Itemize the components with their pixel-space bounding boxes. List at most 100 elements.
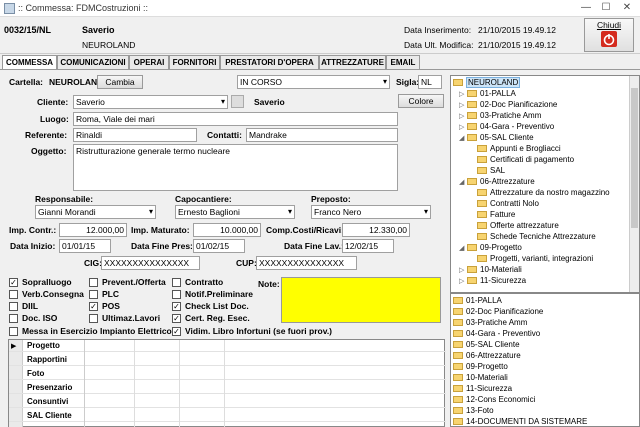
list-item[interactable]: 10-Materiali <box>453 372 508 383</box>
contatti-input[interactable]: Mandrake <box>246 128 398 142</box>
folder-icon <box>453 341 463 348</box>
expander-icon: ◢ <box>459 179 465 186</box>
list-item[interactable]: 12-Cons Economici <box>453 394 535 405</box>
tree-item[interactable]: SAL <box>477 165 505 176</box>
folder-icon <box>453 319 463 326</box>
folder-icon <box>467 101 477 108</box>
list-item[interactable]: 04-Gara - Preventivo <box>453 328 540 339</box>
list-item[interactable]: 03-Pratiche Amm <box>453 317 527 328</box>
tree-item[interactable]: ▷ 04-Gara - Preventivo <box>459 121 554 132</box>
tree-item[interactable]: ▷ 01-PALLA <box>459 88 516 99</box>
column-divider <box>134 340 135 427</box>
colore-button[interactable]: Colore <box>398 94 444 108</box>
imp-mat-label: Imp. Maturato: <box>131 225 190 235</box>
folder-icon <box>453 385 463 392</box>
tree-item[interactable]: ▷ 03-Pratiche Amm <box>459 110 541 121</box>
table-row[interactable]: Progetto <box>9 340 446 352</box>
tree-item[interactable]: Fatture <box>477 209 515 220</box>
window-title: :: Commessa: FDMCostruzioni :: <box>18 3 149 13</box>
list-item[interactable]: 13-Foto <box>453 405 494 416</box>
list-item[interactable]: 11-Sicurezza <box>453 383 512 394</box>
cup-input[interactable]: XXXXXXXXXXXXXXX <box>256 256 357 270</box>
close-window-button[interactable]: ✕ <box>617 1 637 15</box>
cambia-button[interactable]: Cambia <box>97 75 143 89</box>
list-item[interactable]: 09-Progetto <box>453 361 508 372</box>
preposto-select[interactable]: Franco Nero <box>311 205 431 219</box>
tree-item[interactable]: ▷ 02-Doc Pianificazione <box>459 99 557 110</box>
tree-item[interactable]: Schede Tecniche Attrezzature <box>477 231 596 242</box>
folder-icon <box>477 189 487 196</box>
oggetto-textarea[interactable]: Ristrutturazione generale termo nucleare <box>73 144 398 191</box>
tab-email[interactable]: EMAIL <box>386 55 420 69</box>
table-row[interactable]: Foto <box>9 368 446 380</box>
tree-item[interactable]: Appunti e Brogliacci <box>477 143 561 154</box>
tree-item[interactable]: Progetti, varianti, integrazioni <box>477 253 593 264</box>
minimize-button[interactable]: — <box>576 1 596 15</box>
cig-label: CIG: <box>84 258 102 268</box>
table-row[interactable]: Consuntivi <box>9 396 446 408</box>
tab-operai[interactable]: OPERAI <box>129 55 169 69</box>
responsabile-select[interactable]: Gianni Morandi <box>35 205 156 219</box>
folder-icon <box>467 244 477 251</box>
table-row[interactable]: Presenzario <box>9 382 446 394</box>
tree-scrollbar[interactable] <box>629 76 639 292</box>
checklist-panel: ✓ Sopralluogo Prevent./Offerta Contratto … <box>9 277 333 336</box>
data-inizio-input[interactable]: 01/01/15 <box>59 239 111 253</box>
tab-fornitori[interactable]: FORNITORI <box>169 55 220 69</box>
folder-icon <box>467 112 477 119</box>
cig-input[interactable]: XXXXXXXXXXXXXXX <box>101 256 200 270</box>
checkbox-box <box>89 314 98 323</box>
tree-item[interactable]: ◢ 05-SAL Cliente <box>459 132 534 143</box>
tab-commessa[interactable]: COMMESSA <box>2 55 57 70</box>
cliente-select[interactable]: Saverio <box>73 95 228 109</box>
referente-input[interactable]: Rinaldi <box>73 128 197 142</box>
note-textarea[interactable] <box>281 277 441 323</box>
tree-item[interactable]: Certificati di pagamento <box>477 154 574 165</box>
tree-item[interactable]: NEUROLAND <box>453 77 521 88</box>
checkbox-box <box>9 327 18 336</box>
checkbox-box <box>9 302 18 311</box>
folder-icon <box>453 308 463 315</box>
cup-label: CUP: <box>236 258 257 268</box>
capocantiere-select[interactable]: Ernesto Baglioni <box>175 205 295 219</box>
list-item[interactable]: 05-SAL Cliente <box>453 339 520 350</box>
table-row[interactable]: SAL Cliente <box>9 410 446 422</box>
table-row[interactable]: Rapportini <box>9 354 446 366</box>
folder-list[interactable]: 01-PALLA 02-Doc Pianificazione 03-Pratic… <box>450 293 640 427</box>
list-item[interactable]: 06-Attrezzature <box>453 350 521 361</box>
tree-item[interactable]: ▷ 10-Materiali <box>459 264 522 275</box>
tab-attrezzature[interactable]: ATTREZZATURE <box>319 55 386 69</box>
date-mod-label: Data Ult. Modifica: <box>404 40 474 50</box>
list-item[interactable]: 02-Doc Pianificazione <box>453 306 543 317</box>
tree-item[interactable]: ▷ 11-Sicurezza <box>459 275 526 286</box>
chiudi-button[interactable]: Chiudi <box>584 18 634 52</box>
maximize-button[interactable]: ☐ <box>596 1 616 15</box>
stato-select[interactable]: IN CORSO <box>237 75 390 89</box>
imp-mat-input[interactable]: 10.000,00 <box>193 223 261 237</box>
sigla-input[interactable]: NL <box>418 75 442 89</box>
oggetto-label: Oggetto: <box>31 146 67 156</box>
cliente-name: Saverio <box>254 97 285 107</box>
list-item[interactable]: 01-PALLA <box>453 295 502 306</box>
tree-item[interactable]: Attrezzature da nostro magazzino <box>477 187 610 198</box>
list-item[interactable]: 14-DOCUMENTI DA SISTEMARE <box>453 416 587 426</box>
data-fine-lav-input[interactable]: 12/02/15 <box>342 239 394 253</box>
data-fine-pres-input[interactable]: 01/02/15 <box>193 239 245 253</box>
tree-item[interactable]: Contratti Nolo <box>477 198 539 209</box>
luogo-input[interactable]: Roma, Viale dei mari <box>73 112 398 126</box>
tab-comunicazioni[interactable]: COMUNICAZIONI <box>57 55 129 69</box>
scrollbar-thumb[interactable] <box>631 88 638 228</box>
imp-contr-input[interactable]: 12.000,00 <box>59 223 127 237</box>
folder-icon <box>477 167 487 174</box>
tree-item[interactable]: ◢ 09-Progetto <box>459 242 522 253</box>
checkbox-box <box>9 314 18 323</box>
tree-item[interactable]: Offerte attrezzature <box>477 220 559 231</box>
checkbox-box <box>172 278 181 287</box>
folder-tree[interactable]: NEUROLAND ▷ 01-PALLA ▷ 02-Doc Pianificazio… <box>450 75 640 293</box>
comp-input[interactable]: 12.330,00 <box>342 223 410 237</box>
cliente-lookup-button[interactable] <box>231 95 244 108</box>
checkbox-box: ✓ <box>172 327 181 336</box>
folder-icon <box>467 266 477 273</box>
tab-prestatori[interactable]: PRESTATORI D'OPERA <box>220 55 319 69</box>
tree-item[interactable]: ◢ 06-Attrezzature <box>459 176 535 187</box>
